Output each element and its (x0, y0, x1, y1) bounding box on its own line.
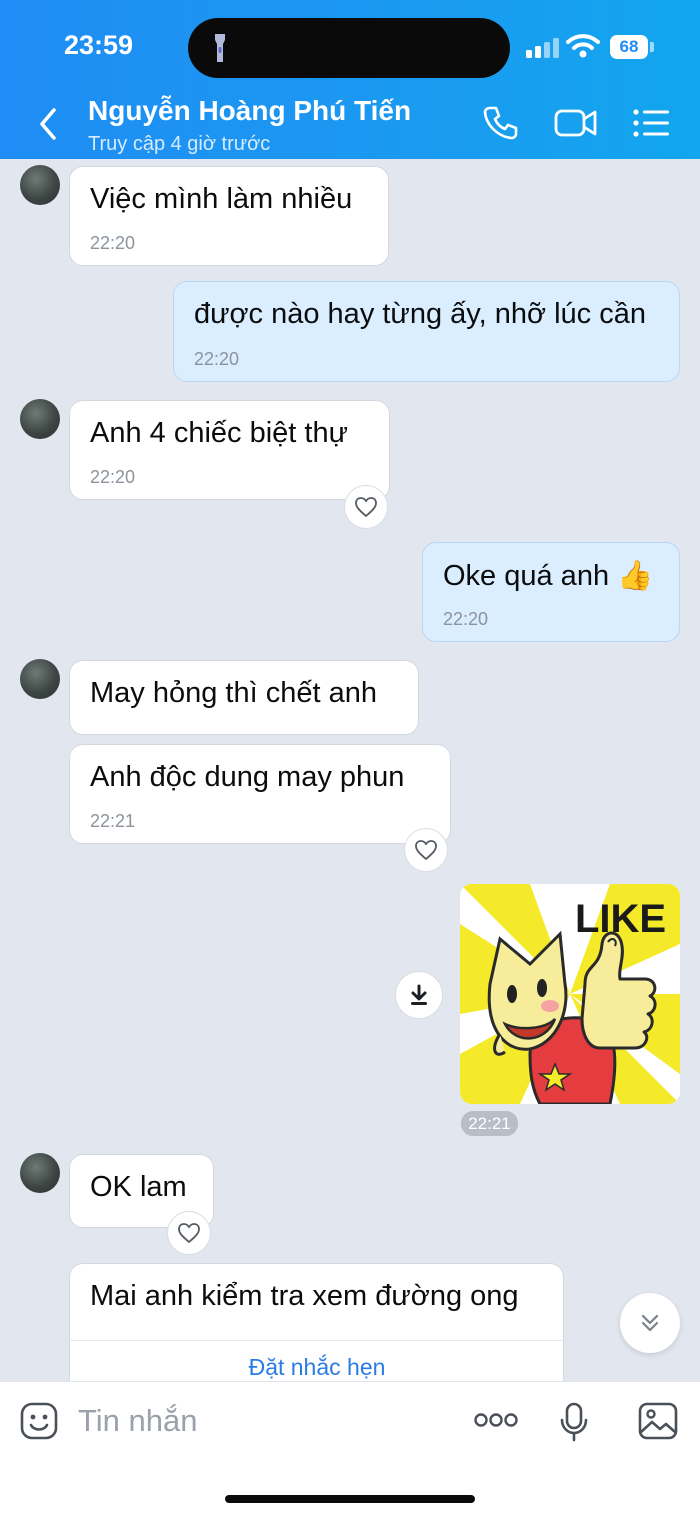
message-text: Việc mình làm nhiều (90, 183, 353, 215)
heart-icon (355, 497, 377, 518)
emoji-button[interactable] (20, 1402, 58, 1440)
message-bubble-received[interactable]: May hỏng thì chết anh (69, 660, 419, 735)
contact-name[interactable]: Nguyễn Hoàng Phú Tiến (88, 95, 411, 127)
message-text: Anh độc dung may phun (90, 761, 405, 793)
message-text: Anh 4 chiếc biệt thự (90, 417, 349, 449)
message-time: 22:20 (194, 349, 240, 369)
contact-avatar[interactable] (20, 165, 60, 205)
set-reminder-link[interactable]: Đặt nhắc hẹn (70, 1354, 564, 1381)
sticker-caption: LIKE (575, 897, 666, 941)
message-bubble-received[interactable]: Việc mình làm nhiều 22:20 (69, 166, 389, 266)
message-text: Mai anh kiểm tra xem đường ong (90, 1280, 519, 1312)
cellular-signal-icon (526, 38, 559, 58)
image-gallery-button[interactable] (638, 1402, 678, 1440)
message-text: May hỏng thì chết anh (90, 677, 377, 709)
more-options-button[interactable] (474, 1412, 518, 1428)
phone-call-button[interactable] (482, 105, 518, 141)
message-time: 22:20 (90, 233, 136, 253)
microphone-button[interactable] (560, 1402, 588, 1442)
heart-icon (178, 1223, 200, 1244)
message-time: 22:20 (90, 467, 136, 487)
download-icon (411, 984, 427, 1005)
message-bubble-sent[interactable]: Oke quá anh 👍 22:20 (422, 542, 680, 642)
bubble-divider (70, 1340, 564, 1341)
video-call-button[interactable] (554, 106, 598, 140)
battery-indicator: 68 (610, 35, 648, 59)
contact-last-seen: Truy cập 4 giờ trước (88, 133, 271, 155)
message-bubble-received[interactable]: Anh 4 chiếc biệt thự 22:20 (69, 400, 390, 500)
contact-avatar[interactable] (20, 659, 60, 699)
reaction-heart-button[interactable] (344, 485, 388, 529)
status-time: 23:59 (64, 30, 134, 60)
flashlight-icon (215, 34, 225, 62)
back-button[interactable] (34, 106, 64, 142)
message-text: OK lam (90, 1171, 187, 1203)
chat-menu-button[interactable] (632, 107, 670, 139)
reaction-heart-button[interactable] (404, 828, 448, 872)
contact-avatar[interactable] (20, 1153, 60, 1193)
download-button[interactable] (395, 971, 443, 1019)
message-time: 22:21 (461, 1111, 518, 1136)
wifi-icon (566, 34, 600, 58)
message-input[interactable] (78, 1398, 458, 1444)
message-bubble-received[interactable]: Anh độc dung may phun 22:21 (69, 744, 451, 844)
reaction-heart-button[interactable] (167, 1211, 211, 1255)
sticker-image: LIKE (460, 884, 680, 1104)
home-indicator (225, 1495, 475, 1503)
message-time: 22:21 (90, 811, 136, 831)
dynamic-island (188, 18, 510, 78)
message-text: được nào hay từng ấy, nhỡ lúc cần (194, 298, 646, 330)
message-time: 22:20 (443, 609, 489, 629)
contact-avatar[interactable] (20, 399, 60, 439)
message-text: Oke quá anh 👍 (443, 560, 654, 592)
message-bubble-sent[interactable]: được nào hay từng ấy, nhỡ lúc cần 22:20 (173, 281, 680, 382)
scroll-to-bottom-button[interactable] (620, 1293, 680, 1353)
battery-tip (650, 42, 654, 52)
like-sticker[interactable]: LIKE (460, 884, 680, 1104)
double-chevron-down-icon (641, 1314, 659, 1332)
heart-icon (415, 840, 437, 861)
